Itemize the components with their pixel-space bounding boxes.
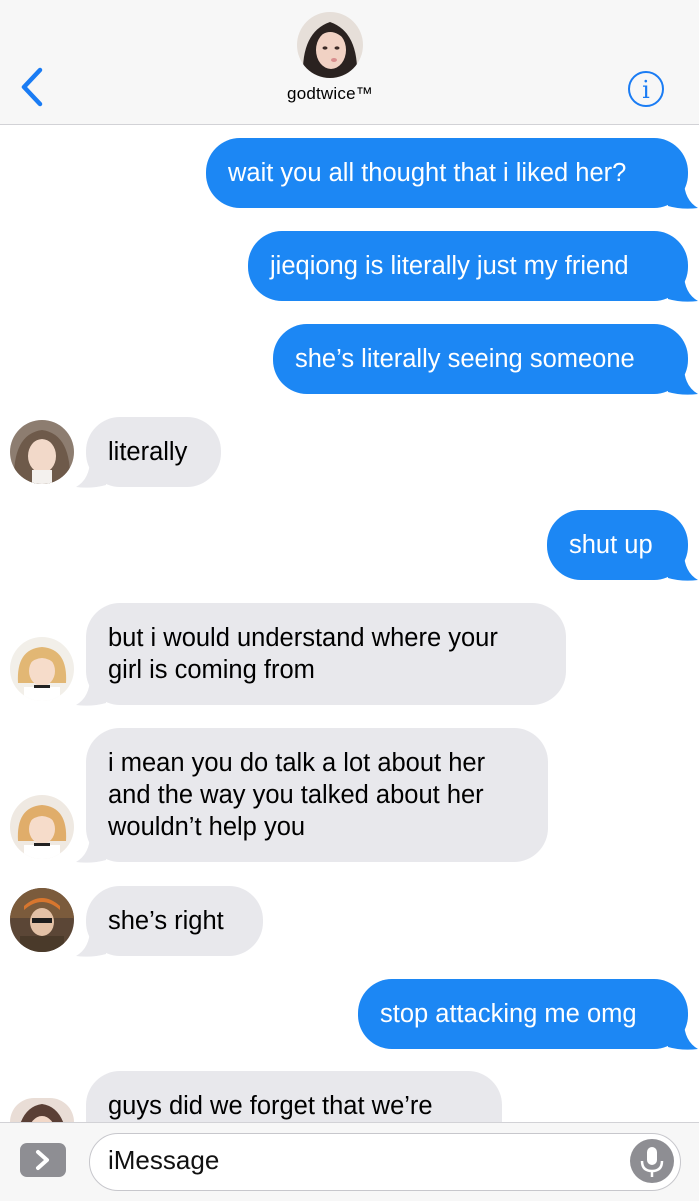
message-text: she’s literally seeing someone bbox=[295, 345, 635, 373]
info-icon: i bbox=[628, 71, 664, 107]
message-text: shut up bbox=[569, 531, 653, 559]
message-bubble-sent[interactable]: wait you all thought that i liked her? bbox=[206, 138, 688, 208]
message-composer: iMessage bbox=[0, 1122, 699, 1201]
message-text-line: and the way you talked about her bbox=[108, 781, 484, 809]
message-input[interactable]: iMessage bbox=[89, 1133, 681, 1191]
dictation-button[interactable] bbox=[630, 1139, 674, 1183]
bubble-tail bbox=[668, 180, 698, 209]
contact-name[interactable]: godtwice™ bbox=[0, 84, 660, 104]
message-text: wait you all thought that i liked her? bbox=[228, 159, 627, 187]
sender-avatar[interactable] bbox=[10, 637, 74, 701]
message-bubble-sent[interactable]: stop attacking me omg bbox=[358, 979, 688, 1049]
message-input-placeholder: iMessage bbox=[108, 1145, 220, 1175]
message-bubble-received[interactable]: guys did we forget that we’re bbox=[86, 1071, 502, 1122]
message-text-line: wouldn’t help you bbox=[108, 813, 306, 841]
contact-avatar[interactable] bbox=[297, 12, 363, 78]
message-bubble-received[interactable]: she’s right bbox=[86, 886, 263, 956]
message-text: guys did we forget that we’re bbox=[108, 1092, 433, 1120]
chevron-right-icon bbox=[36, 1150, 49, 1170]
message-text: she’s right bbox=[108, 907, 224, 935]
message-text: literally bbox=[108, 438, 188, 466]
sender-avatar[interactable] bbox=[10, 1098, 74, 1122]
message-bubble-sent[interactable]: jieqiong is literally just my friend bbox=[248, 231, 688, 301]
message-text-line: girl is coming from bbox=[108, 656, 315, 684]
bubble-tail bbox=[668, 273, 698, 302]
apps-button[interactable] bbox=[20, 1143, 66, 1177]
message-text-line: but i would understand where your bbox=[108, 624, 498, 652]
message-text: jieqiong is literally just my friend bbox=[270, 252, 629, 280]
message-bubble-received[interactable]: but i would understand where your girl i… bbox=[86, 603, 566, 705]
svg-text:i: i bbox=[642, 76, 650, 104]
sender-avatar[interactable] bbox=[10, 888, 74, 952]
bubble-tail bbox=[76, 928, 106, 957]
message-bubble-sent[interactable]: she’s literally seeing someone bbox=[273, 324, 688, 394]
sender-avatar[interactable] bbox=[10, 420, 74, 484]
message-bubble-received[interactable]: literally bbox=[86, 417, 221, 487]
bubble-tail bbox=[76, 677, 106, 706]
bubble-tail bbox=[668, 1021, 698, 1050]
microphone-icon bbox=[640, 1147, 664, 1177]
message-text-line: i mean you do talk a lot about her bbox=[108, 749, 486, 777]
info-button[interactable]: i bbox=[627, 70, 665, 108]
sender-avatar[interactable] bbox=[10, 795, 74, 859]
message-text: stop attacking me omg bbox=[380, 1000, 637, 1028]
bubble-tail bbox=[76, 834, 106, 863]
message-bubble-received[interactable]: i mean you do talk a lot about her and t… bbox=[86, 728, 548, 862]
bubble-tail bbox=[668, 366, 698, 395]
bubble-tail bbox=[76, 459, 106, 488]
conversation-header: godtwice™ i bbox=[0, 0, 699, 125]
message-bubble-sent[interactable]: shut up bbox=[547, 510, 688, 580]
bubble-tail bbox=[668, 552, 698, 581]
